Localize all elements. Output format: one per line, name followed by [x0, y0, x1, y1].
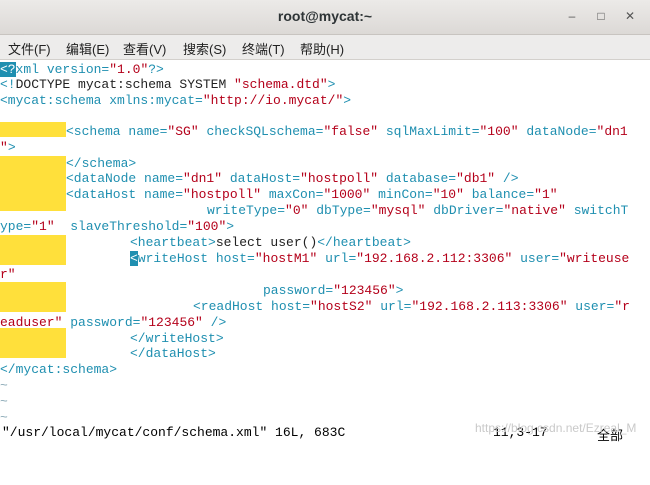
code-line: <schema name="SG" checkSQLschema="false"… — [66, 124, 628, 139]
status-file-info: "/usr/local/mycat/conf/schema.xml" 16L, … — [2, 425, 346, 440]
maximize-icon[interactable]: □ — [594, 9, 608, 23]
code-line: writeType="0" dbType="mysql" dbDriver="n… — [207, 203, 629, 218]
menu-view[interactable]: 查看(V) — [123, 39, 166, 58]
empty-line-marker: ~ — [0, 410, 8, 425]
code-line: <heartbeat>select user()</heartbeat> — [130, 235, 411, 250]
code-line: ype="1" slaveThreshold="100"> — [0, 219, 235, 234]
code-line: </writeHost> — [130, 331, 224, 346]
terminal-text-area[interactable]: <?xml version="1.0"?> <!DOCTYPE mycat:sc… — [0, 60, 650, 425]
code-line: password="123456"> — [263, 283, 404, 298]
highlight-bar — [0, 235, 66, 265]
minimize-icon[interactable]: – — [565, 9, 579, 23]
code-line: <dataHost name="hostpoll" maxCon="1000" … — [66, 187, 558, 202]
code-line: <?xml version="1.0"?> — [0, 62, 164, 77]
window-titlebar[interactable]: root@mycat:~ – □ ✕ — [0, 0, 650, 35]
code-line: </mycat:schema> — [0, 362, 118, 377]
window-title: root@mycat:~ — [277, 8, 373, 24]
highlight-bar — [0, 328, 66, 358]
code-line: r" — [0, 267, 16, 282]
code-line: eaduser" password="123456" /> — [0, 315, 227, 330]
menu-terminal[interactable]: 终端(T) — [242, 39, 285, 58]
highlight-bar — [0, 122, 66, 137]
highlight-bar — [0, 156, 66, 211]
menu-search[interactable]: 搜索(S) — [183, 39, 226, 58]
watermark: https://blog.csdn.net/Ezreal_M — [475, 421, 637, 435]
code-line: <dataNode name="dn1" dataHost="hostpoll"… — [66, 171, 519, 186]
menu-help[interactable]: 帮助(H) — [300, 39, 344, 58]
code-line: <writeHost host="hostM1" url="192.168.2.… — [130, 251, 630, 266]
menu-bar: 文件(F) 编辑(E) 查看(V) 搜索(S) 终端(T) 帮助(H) — [0, 35, 650, 60]
code-line: <readHost host="hostS2" url="192.168.2.1… — [193, 299, 630, 314]
code-line: </schema> — [66, 156, 137, 171]
close-icon[interactable]: ✕ — [623, 9, 637, 23]
text-cursor: < — [130, 251, 138, 266]
code-line: <!DOCTYPE mycat:schema SYSTEM "schema.dt… — [0, 77, 336, 92]
code-line: </dataHost> — [130, 346, 216, 361]
empty-line-marker: ~ — [0, 394, 8, 409]
menu-edit[interactable]: 编辑(E) — [66, 39, 109, 58]
highlight-bar — [0, 282, 66, 312]
code-line: "> — [0, 140, 16, 155]
menu-file[interactable]: 文件(F) — [8, 39, 51, 58]
empty-line-marker: ~ — [0, 378, 8, 393]
code-line: <mycat:schema xmlns:mycat="http://io.myc… — [0, 93, 352, 108]
